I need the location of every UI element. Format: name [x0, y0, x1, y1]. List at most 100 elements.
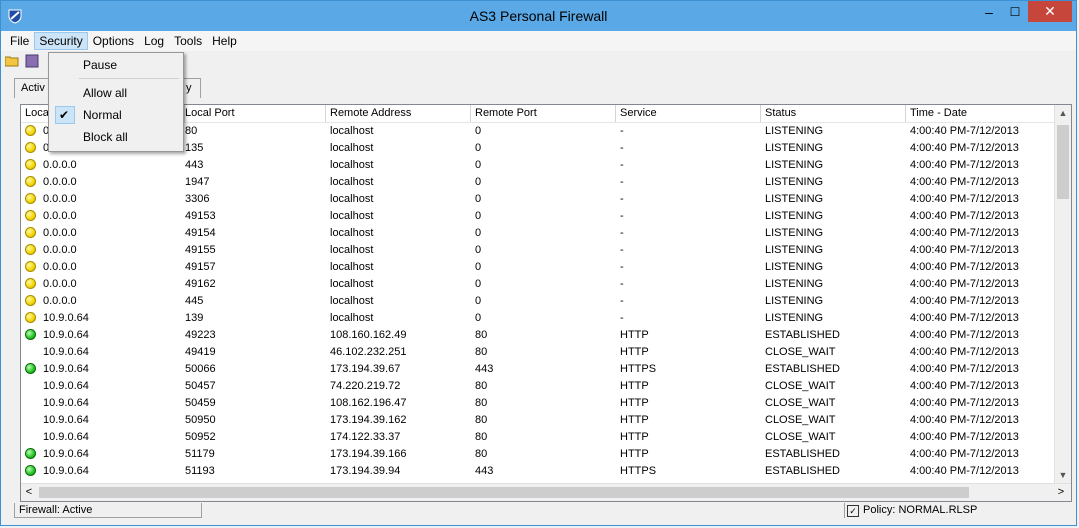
horizontal-scroll-thumb[interactable]: [39, 487, 969, 498]
minimize-button[interactable]: –: [976, 3, 1002, 23]
cell-remote-address: localhost: [330, 244, 374, 256]
menu-item-normal[interactable]: ✔ Normal: [51, 105, 179, 125]
table-row[interactable]: 0.0.0.0 49154 localhost 0 - LISTENING 4:00:40 …: [21, 225, 1056, 242]
window-title: AS3 Personal Firewall: [469, 8, 608, 24]
policy-checkbox[interactable]: ✓: [847, 505, 859, 517]
table-row[interactable]: 0.0.0.0 49153 localhost 0 - LISTENING 4:00:40 …: [21, 208, 1056, 225]
listening-status-icon: [25, 142, 36, 153]
table-row[interactable]: 10.9.0.64 50457 74.220.219.72 80 HTTP CLOSE_W…: [21, 378, 1056, 395]
table-row[interactable]: 10.9.0.64 50066 173.194.39.67 443 HTTPS ESTAB…: [21, 361, 1056, 378]
menu-security[interactable]: Security: [34, 32, 88, 50]
menu-item-block-all[interactable]: Block all: [51, 127, 179, 147]
cell-local-address: 10.9.0.64: [43, 397, 89, 409]
cell-status: LISTENING: [765, 295, 824, 307]
column-header-time-date[interactable]: Time - Date: [906, 105, 1056, 122]
cell-time-date: 4:00:40 PM-7/12/2013: [910, 142, 1019, 154]
cell-remote-port: 0: [475, 295, 482, 307]
cell-remote-port: 443: [475, 363, 494, 375]
vertical-scrollbar[interactable]: ▲ ▼: [1054, 105, 1071, 483]
cell-local-port: 51193: [185, 465, 215, 477]
cell-remote-port: 443: [475, 465, 494, 477]
cell-time-date: 4:00:40 PM-7/12/2013: [910, 210, 1019, 222]
cell-remote-address: 174.122.33.37: [330, 431, 401, 443]
cell-local-port: 50457: [185, 380, 216, 392]
cell-service: -: [620, 125, 624, 137]
table-row[interactable]: 0.0.0.0 443 localhost 0 - LISTENING 4:00:40 PM…: [21, 157, 1056, 174]
cell-local-address: 10.9.0.64: [43, 414, 89, 426]
status-panel-middle: [204, 503, 845, 518]
cell-service: HTTP: [620, 431, 649, 443]
column-header-remote-port[interactable]: Remote Port: [471, 105, 616, 122]
folder-icon[interactable]: [5, 55, 19, 67]
table-row[interactable]: 0.0.0.0 445 localhost 0 - LISTENING 4:00:40 PM…: [21, 293, 1056, 310]
maximize-button[interactable]: ☐: [1002, 3, 1028, 23]
cell-local-address: 10.9.0.64: [43, 431, 89, 443]
scroll-right-icon[interactable]: >: [1053, 484, 1069, 501]
table-row[interactable]: 0.0.0.0 3306 localhost 0 - LISTENING 4:00:40 P…: [21, 191, 1056, 208]
menu-tools[interactable]: Tools: [169, 32, 207, 50]
cell-service: HTTP: [620, 380, 649, 392]
cell-time-date: 4:00:40 PM-7/12/2013: [910, 227, 1019, 239]
table-row[interactable]: 10.9.0.64 51193 173.194.39.94 443 HTTPS ESTAB…: [21, 463, 1056, 480]
cell-local-port: 445: [185, 295, 204, 307]
table-row[interactable]: 0.0.0.0 49157 localhost 0 - LISTENING 4:00:40 …: [21, 259, 1056, 276]
cell-remote-port: 80: [475, 346, 488, 358]
cell-local-port: 49155: [185, 244, 216, 256]
horizontal-scrollbar[interactable]: < >: [21, 483, 1071, 501]
table-row[interactable]: 10.9.0.64 50950 173.194.39.162 80 HTTP CLOSE_…: [21, 412, 1056, 429]
table-row[interactable]: 10.9.0.64 49419 46.102.232.251 80 HTTP CLOSE_…: [21, 344, 1056, 361]
close-button[interactable]: ✕: [1028, 1, 1072, 22]
listening-status-icon: [25, 261, 36, 272]
cell-remote-port: 0: [475, 142, 482, 154]
cell-time-date: 4:00:40 PM-7/12/2013: [910, 261, 1019, 273]
firewall-status: Firewall: Active: [14, 503, 202, 518]
cell-local-address: 0.0.0.0: [43, 244, 77, 256]
status-bar: Firewall: Active ✓ Policy: NORMAL.RLSP: [14, 503, 1072, 519]
table-row[interactable]: 10.9.0.64 50459 108.162.196.47 80 HTTP CLOSE_…: [21, 395, 1056, 412]
column-header-local-port[interactable]: Local Port: [181, 105, 326, 122]
vertical-scroll-thumb[interactable]: [1057, 125, 1069, 199]
table-row[interactable]: 0.0.0.0 49162 localhost 0 - LISTENING 4:00:40 …: [21, 276, 1056, 293]
cell-status: LISTENING: [765, 125, 824, 137]
scroll-down-icon[interactable]: ▼: [1055, 467, 1071, 483]
menu-item-allow-all[interactable]: Allow all: [51, 83, 179, 103]
menu-log[interactable]: Log: [139, 32, 169, 50]
cell-status: CLOSE_WAIT: [765, 380, 836, 392]
table-row[interactable]: 10.9.0.64 139 localhost 0 - LISTENING 4:00:40 …: [21, 310, 1056, 327]
column-header-status[interactable]: Status: [761, 105, 906, 122]
cell-time-date: 4:00:40 PM-7/12/2013: [910, 278, 1019, 290]
menu-bar: File Security Options Log Tools Help: [1, 31, 1076, 51]
cell-local-port: 49419: [185, 346, 216, 358]
table-row[interactable]: 0.0.0.0 1947 localhost 0 - LISTENING 4:00:40 P…: [21, 174, 1056, 191]
scroll-left-icon[interactable]: <: [21, 484, 37, 501]
scroll-up-icon[interactable]: ▲: [1055, 105, 1071, 121]
user-icon[interactable]: [25, 54, 39, 68]
cell-status: CLOSE_WAIT: [765, 414, 836, 426]
column-header-remote-address[interactable]: Remote Address: [326, 105, 471, 122]
menu-file[interactable]: File: [5, 32, 34, 50]
cell-remote-address: 173.194.39.162: [330, 414, 407, 426]
menu-options[interactable]: Options: [88, 32, 139, 50]
table-row[interactable]: 10.9.0.64 51179 173.194.39.166 80 HTTP ESTABL…: [21, 446, 1056, 463]
menu-separator: [79, 78, 179, 79]
cell-remote-port: 80: [475, 397, 488, 409]
cell-local-address: 10.9.0.64: [43, 346, 89, 358]
cell-local-port: 3306: [185, 193, 210, 205]
cell-remote-port: 0: [475, 227, 482, 239]
cell-status: LISTENING: [765, 261, 824, 273]
cell-time-date: 4:00:40 PM-7/12/2013: [910, 380, 1019, 392]
cell-local-port: 49154: [185, 227, 216, 239]
cell-status: ESTABLISHED: [765, 448, 840, 460]
cell-remote-port: 80: [475, 448, 488, 460]
table-row[interactable]: 10.9.0.64 50952 174.122.33.37 80 HTTP CLOSE_W…: [21, 429, 1056, 446]
established-status-icon: [25, 329, 36, 340]
menu-help[interactable]: Help: [207, 32, 242, 50]
cell-local-address: 10.9.0.64: [43, 363, 89, 375]
title-bar[interactable]: AS3 Personal Firewall – ☐ ✕: [1, 1, 1076, 31]
table-row[interactable]: 0.0.0.0 49155 localhost 0 - LISTENING 4:00:40 …: [21, 242, 1056, 259]
table-row[interactable]: 10.9.0.64 49223 108.160.162.49 80 HTTP ESTABL…: [21, 327, 1056, 344]
cell-status: LISTENING: [765, 142, 824, 154]
security-dropdown-menu: Pause Allow all ✔ Normal Block all: [48, 52, 184, 152]
column-header-service[interactable]: Service: [616, 105, 761, 122]
menu-item-pause[interactable]: Pause: [51, 55, 179, 75]
